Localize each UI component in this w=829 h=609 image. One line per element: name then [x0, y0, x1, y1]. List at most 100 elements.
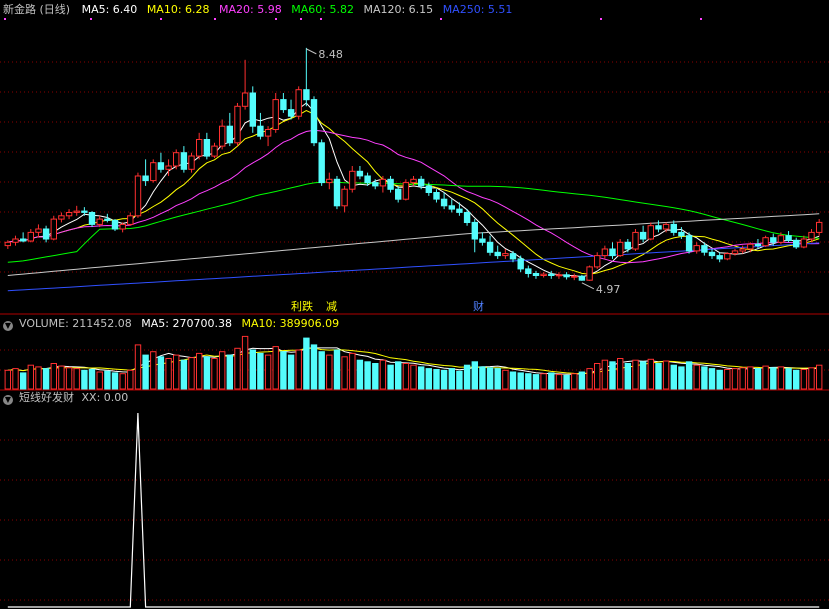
candle-body [555, 274, 563, 277]
candle-body [226, 125, 234, 144]
candle-body [724, 253, 731, 260]
candle-body [463, 212, 471, 223]
volume-bar [532, 374, 540, 390]
candle-body [234, 105, 241, 144]
volume-bar [142, 354, 149, 390]
volume-bar [785, 368, 792, 390]
candle-body [662, 223, 670, 230]
volume-bar [272, 346, 279, 390]
volume-ma5-label: MA5: 270700.38 [141, 317, 232, 330]
volume-bar [12, 368, 19, 390]
candle-body [540, 273, 547, 277]
candle-body [739, 248, 746, 252]
candle-body [303, 89, 310, 101]
volume-bar [540, 373, 547, 390]
volume-bar [165, 358, 172, 390]
candle-body [20, 238, 27, 242]
volume-bar [418, 366, 425, 390]
pane-menu-icon[interactable]: ▼ [3, 395, 13, 405]
volume-bar [349, 352, 356, 390]
volume-bar [65, 367, 73, 390]
ma20-label: MA20: 5.98 [219, 3, 282, 16]
volume-bar [402, 363, 410, 390]
candle-body [81, 210, 88, 213]
candle-body [624, 241, 631, 250]
volume-bar [494, 368, 501, 390]
volume-bar [456, 370, 463, 390]
volume-bar [471, 361, 479, 390]
volume-bar [81, 369, 88, 390]
volume-bar [448, 368, 456, 390]
marker-dot [440, 18, 442, 20]
candle-body [448, 205, 456, 210]
candle-body [486, 241, 494, 253]
volume-bar [196, 352, 203, 390]
volume-bar [180, 359, 188, 390]
ma5-label: MA5: 6.40 [81, 3, 138, 16]
candle-body [754, 243, 762, 247]
candle-body [632, 231, 639, 250]
candle-body [731, 250, 739, 255]
volume-bar [685, 361, 693, 390]
candle-body [165, 165, 172, 170]
volume-bar [486, 367, 494, 390]
stock-chart[interactable]: 8.48 4.97 利跌减 财 [0, 0, 829, 609]
volume-bar [808, 367, 815, 390]
event-marker: 减 [326, 300, 337, 313]
candle-body [241, 92, 249, 107]
volume-bar [571, 373, 578, 390]
volume-bar [241, 335, 249, 390]
volume-bar [341, 356, 348, 390]
volume-bar [96, 371, 103, 390]
volume-ma10-label: MA10: 389906.09 [241, 317, 340, 330]
candle-body [494, 251, 501, 257]
volume-bar [662, 360, 670, 390]
candle-body [418, 178, 425, 187]
candle-body [73, 210, 80, 213]
ma10-label: MA10: 6.28 [146, 3, 210, 16]
pane-menu-icon[interactable]: ▼ [3, 321, 13, 331]
candle-body [670, 223, 677, 233]
volume-bar [601, 359, 609, 390]
volume-bar [249, 349, 257, 390]
candle-body [349, 170, 356, 190]
volume-bar [731, 368, 739, 390]
volume-bar [364, 361, 371, 390]
ma20-line [7, 129, 820, 264]
candle-body [111, 219, 119, 230]
candle-body [532, 273, 540, 276]
volume-bar [50, 363, 57, 390]
candle-body [685, 235, 693, 252]
volume-bar [58, 365, 65, 390]
volume-bar [303, 337, 310, 390]
ma60-label: MA60: 5.82 [291, 3, 354, 16]
volume-bar [20, 372, 27, 390]
candle-body [785, 235, 792, 241]
volume-pane-header: ▼ VOLUME: 211452.08 MA5: 270700.38 MA10: … [0, 316, 345, 332]
event-marker: 利跌 [291, 299, 313, 313]
volume-bar [716, 369, 723, 390]
volume-bar [425, 368, 433, 390]
volume-bar [104, 370, 111, 390]
volume-bar [517, 372, 524, 390]
candle-body [402, 182, 410, 200]
candlesticks [4, 47, 823, 281]
marker-dot [600, 18, 602, 20]
candle-body [134, 175, 142, 217]
candle-body [578, 275, 586, 281]
candle-body [693, 245, 700, 252]
candle-body [50, 218, 57, 240]
volume-bar [226, 354, 234, 390]
candle-body [12, 238, 19, 243]
marker-dot [214, 18, 216, 20]
marker-dot [4, 18, 6, 20]
candle-body [341, 188, 348, 207]
candle-body [27, 231, 35, 242]
candle-body [517, 258, 524, 270]
volume-bar [433, 369, 440, 390]
candle-body [601, 248, 609, 257]
candle-body [701, 245, 708, 253]
candle-body [379, 178, 387, 187]
candle-body [502, 253, 509, 257]
candle-body [456, 208, 463, 213]
